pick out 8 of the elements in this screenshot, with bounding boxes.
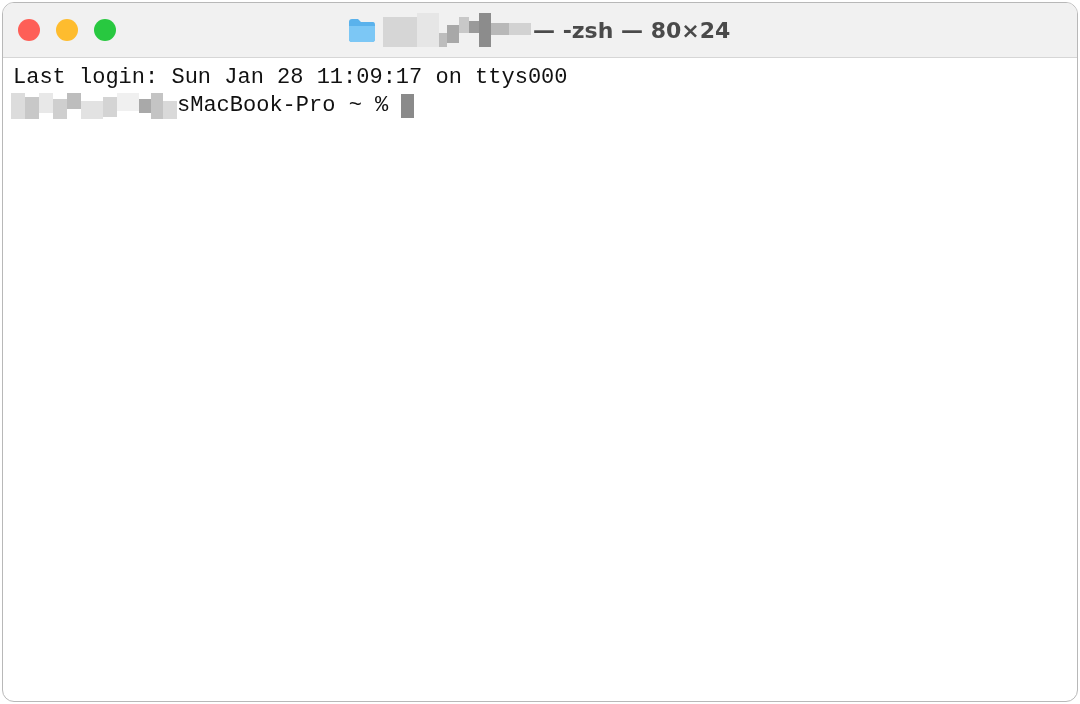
terminal-output: Last login: Sun Jan 28 11:09:17 on ttys000 xyxy=(13,64,568,92)
text-cursor xyxy=(401,94,415,118)
minimize-button[interactable] xyxy=(56,19,78,41)
close-button[interactable] xyxy=(18,19,40,41)
folder-icon xyxy=(347,17,377,43)
window-title: — -zsh — 80×24 xyxy=(533,17,731,43)
shell-prompt: sMacBook-Pro ~ % xyxy=(177,92,389,120)
zoom-button[interactable] xyxy=(94,19,116,41)
